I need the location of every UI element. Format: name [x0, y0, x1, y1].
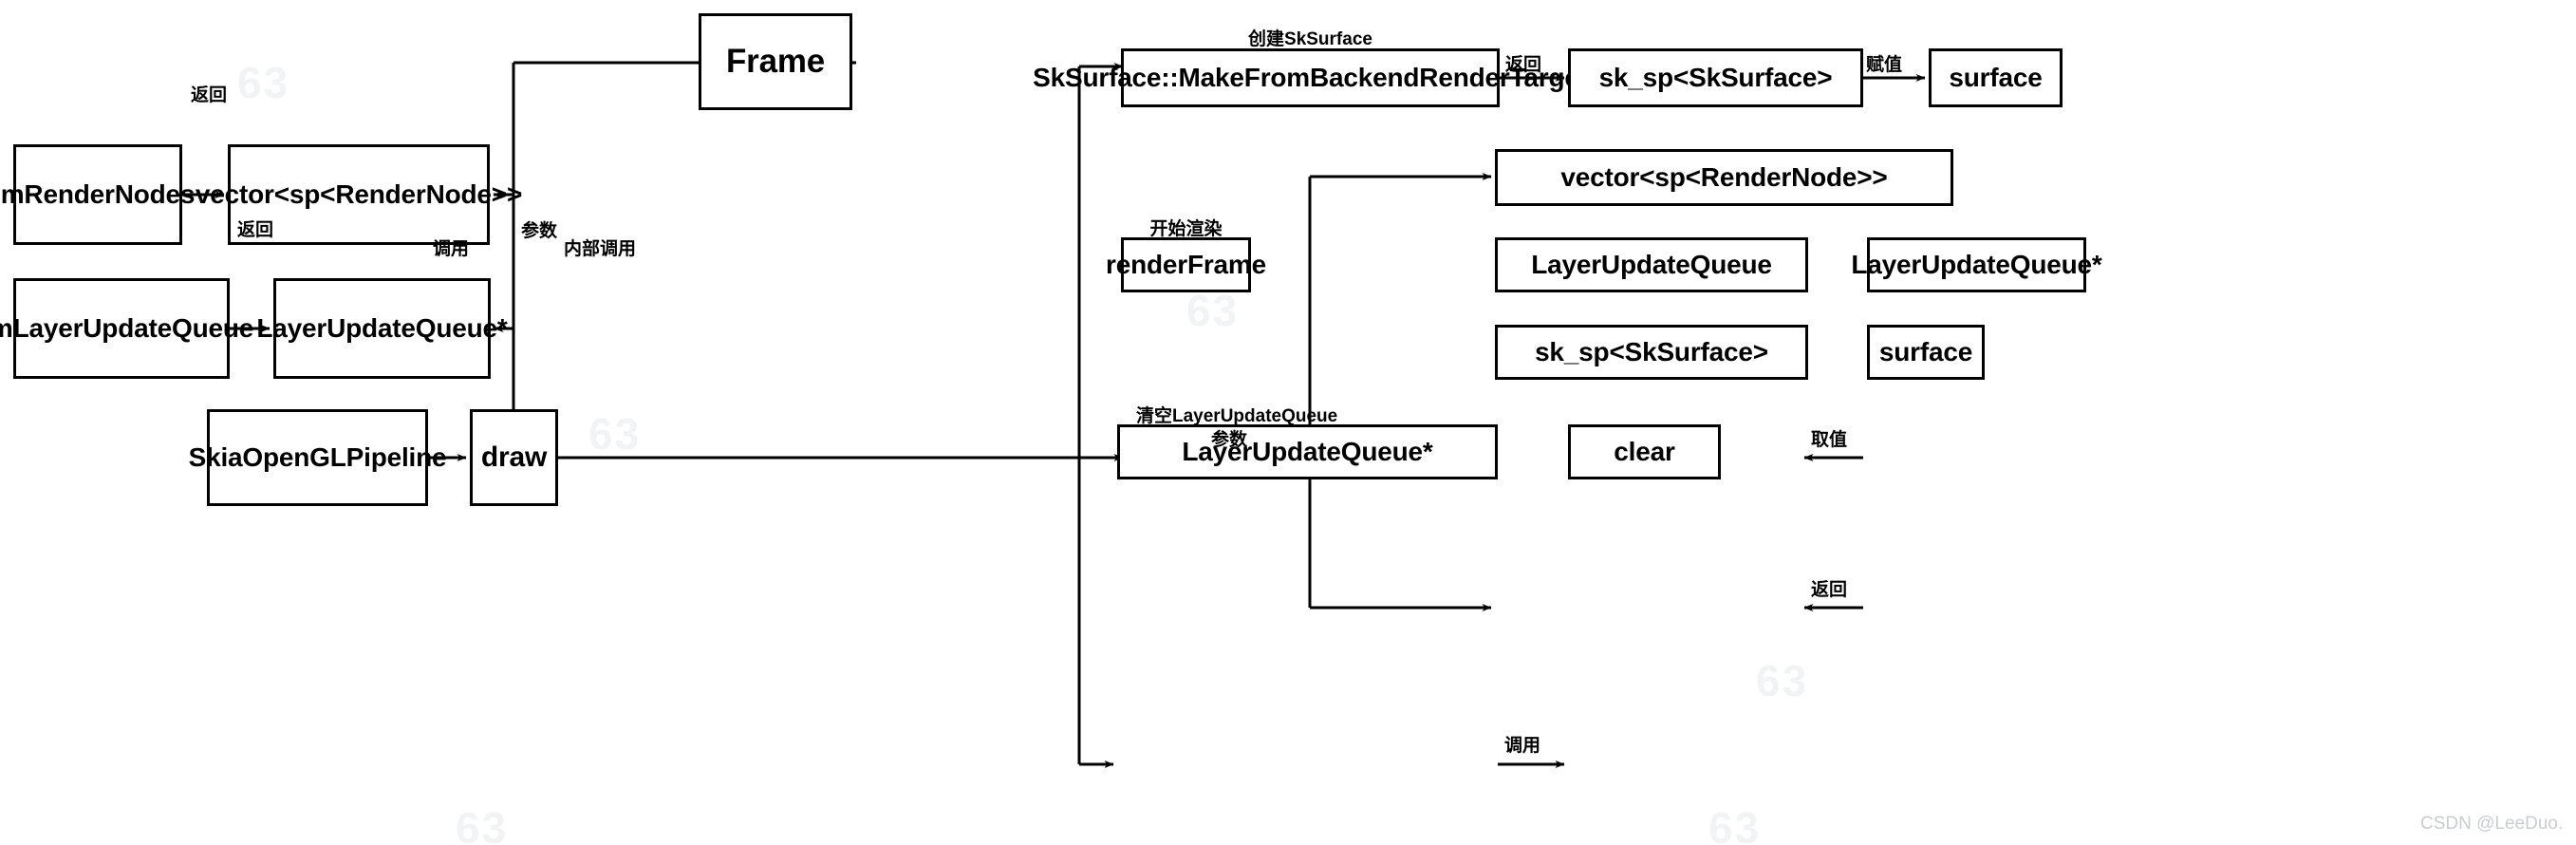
- edge-label-get-value: 取值: [1811, 430, 1848, 450]
- node-layer-update-queue-mid[interactable]: LayerUpdateQueue: [1495, 237, 1808, 292]
- node-surface-mid[interactable]: surface: [1867, 325, 1985, 380]
- node-draw[interactable]: draw: [470, 409, 558, 506]
- node-layer-update-queue-ptr-left[interactable]: LayerUpdateQueue*: [256, 278, 508, 379]
- edge-label-return-surface-mid: 返回: [1811, 580, 1848, 600]
- edge-label-internal-call: 内部调用: [564, 239, 637, 259]
- watermark-csdn: CSDN @LeeDuo.: [2420, 814, 2564, 834]
- edge-label-call-draw: 调用: [433, 239, 470, 259]
- node-render-frame[interactable]: renderFrame: [1106, 237, 1266, 292]
- ghost-watermark: 63: [1708, 803, 1762, 845]
- group-label-clear-layer-update-queue: 清空LayerUpdateQueue: [1136, 406, 1338, 426]
- ghost-watermark: 63: [588, 409, 642, 459]
- diagram-canvas: 63 63 63 63 63 63 Frame mRenderNodes vec…: [0, 0, 2576, 845]
- node-surface-top[interactable]: surface: [1929, 48, 2063, 107]
- node-sk-sp-sksurface-mid[interactable]: sk_sp<SkSurface>: [1495, 325, 1808, 380]
- edge-label-param-draw: 参数: [521, 221, 558, 241]
- edge-label-call-clear: 调用: [1504, 736, 1541, 756]
- node-m-layer-update-queue[interactable]: mLayerUpdateQueue: [0, 278, 253, 379]
- node-frame[interactable]: Frame: [699, 13, 852, 110]
- group-label-create-sksurface: 创建SkSurface: [1248, 29, 1372, 49]
- node-layer-update-queue-ptr-right[interactable]: LayerUpdateQueue*: [1851, 237, 2102, 292]
- node-sksurface-make-from-backend-render-target[interactable]: SkSurface::MakeFromBackendRenderTarget: [1033, 48, 1588, 107]
- ghost-watermark: 63: [1186, 286, 1240, 335]
- node-layer-update-queue-ptr-bottom[interactable]: LayerUpdateQueue*: [1117, 424, 1498, 479]
- ghost-watermark: 63: [456, 803, 509, 845]
- node-vector-render-node-mid[interactable]: vector<sp<RenderNode>>: [1495, 149, 1953, 206]
- ghost-watermark: 63: [237, 58, 290, 107]
- node-skia-opengl-pipeline[interactable]: SkiaOpenGLPipeline: [189, 409, 447, 506]
- edge-label-return-render-nodes: 返回: [191, 85, 228, 105]
- node-clear[interactable]: clear: [1568, 424, 1721, 479]
- edge-label-assign-surface: 赋值: [1866, 55, 1903, 75]
- edge-label-param-render-frame: 参数: [1211, 430, 1248, 450]
- node-m-render-nodes[interactable]: mRenderNodes: [1, 144, 195, 245]
- node-sk-sp-sksurface-top[interactable]: sk_sp<SkSurface>: [1568, 48, 1863, 107]
- edge-label-return-layer-update-queue: 返回: [237, 220, 274, 240]
- group-label-start-render: 开始渲染: [1149, 219, 1223, 239]
- edge-label-return-sk-sp: 返回: [1505, 55, 1542, 75]
- ghost-watermark: 63: [1756, 656, 1809, 705]
